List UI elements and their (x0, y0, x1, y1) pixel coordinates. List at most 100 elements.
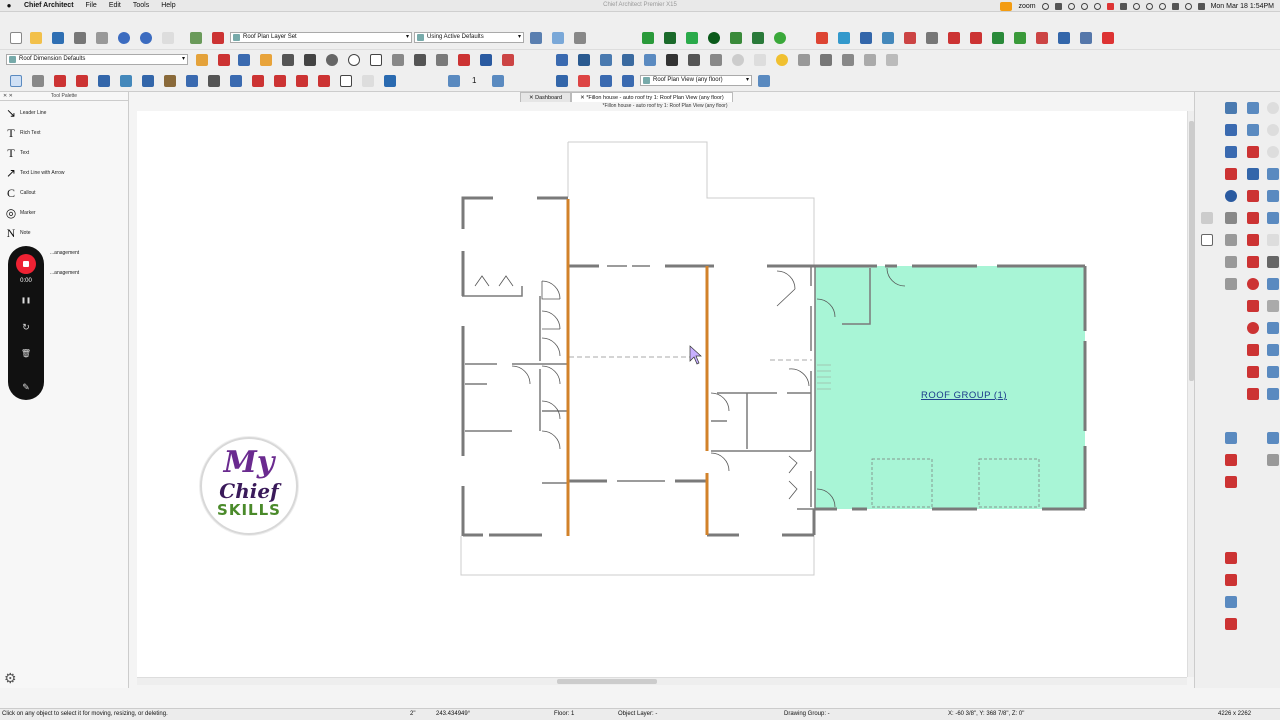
view-tool-icon[interactable] (756, 73, 772, 89)
palette-item-leader-line[interactable]: ↘ Leader Line (4, 104, 124, 122)
curve-2-icon[interactable] (1223, 254, 1239, 270)
grid-snap-icon[interactable] (1265, 452, 1280, 468)
zoom-out-icon[interactable] (1265, 144, 1280, 160)
dormer-icon[interactable] (316, 73, 332, 89)
cad-icon[interactable] (478, 52, 494, 68)
home-icon[interactable] (1100, 30, 1116, 46)
zoom-app-icon[interactable] (1000, 1, 1013, 11)
fill-icon[interactable] (412, 52, 428, 68)
tool-icon[interactable] (1199, 210, 1215, 226)
curve-icon[interactable] (1223, 232, 1239, 248)
dots-icon[interactable] (1265, 342, 1280, 358)
terrain-region-icon[interactable] (684, 30, 700, 46)
trash-icon[interactable]: 🗑 (20, 349, 32, 359)
roof-tool-icon[interactable] (858, 30, 874, 46)
status-icon[interactable] (1067, 2, 1075, 10)
clock[interactable]: Mon Mar 18 1:54PM (1211, 3, 1274, 10)
apple-icon[interactable]: ● (0, 1, 18, 10)
building-icon[interactable] (228, 73, 244, 89)
layout-icon[interactable] (550, 30, 566, 46)
clear-icon[interactable] (1245, 320, 1261, 336)
fence-icon[interactable] (728, 30, 744, 46)
roof-edit-icon[interactable] (1245, 386, 1261, 402)
layout-page-icon[interactable] (576, 73, 592, 89)
text-tool-icon[interactable] (236, 52, 252, 68)
status-icon[interactable] (1106, 2, 1114, 10)
cad-detail-icon[interactable] (500, 52, 516, 68)
terrain-wall-icon[interactable] (750, 30, 766, 46)
edit-icon[interactable] (946, 30, 962, 46)
footsteps-icon[interactable] (664, 52, 680, 68)
status-icon[interactable] (1119, 2, 1127, 10)
arc-red-icon[interactable] (1223, 550, 1239, 566)
roof-group-area[interactable] (815, 266, 1085, 509)
stop-record-button[interactable] (16, 254, 36, 274)
palette-item-callout[interactable]: C Callout (4, 184, 124, 202)
palette-item-note[interactable]: N Note (4, 224, 124, 242)
layer-icon[interactable] (990, 30, 1006, 46)
electrical-icon[interactable] (184, 73, 200, 89)
curve-red-icon[interactable] (1223, 572, 1239, 588)
drawing-canvas[interactable]: ROOF GROUP (1) (137, 111, 1187, 677)
grid-icon[interactable] (1245, 144, 1261, 160)
help-icon[interactable] (1223, 188, 1239, 204)
restart-icon[interactable]: ↻ (20, 322, 32, 332)
cad-block-icon[interactable] (456, 52, 472, 68)
eraser-icon[interactable] (1245, 298, 1261, 314)
symbol-icon[interactable] (258, 52, 274, 68)
plan-icon[interactable] (1245, 100, 1261, 116)
menu-file[interactable]: File (80, 2, 103, 9)
tree-icon[interactable] (772, 30, 788, 46)
list-icon[interactable] (1012, 30, 1028, 46)
gear-icon[interactable]: ⚙ (4, 670, 17, 687)
text-icon[interactable] (1078, 30, 1094, 46)
defaults-select[interactable]: Using Active Defaults ▾ (414, 32, 524, 43)
bring-front-icon[interactable] (1265, 320, 1280, 336)
draw-icon[interactable]: ✎ (20, 382, 32, 392)
scroll-thumb[interactable] (557, 679, 657, 684)
wifi-icon[interactable] (1171, 2, 1179, 10)
object-snap-icon[interactable] (1223, 474, 1239, 490)
picture-icon[interactable] (434, 52, 450, 68)
close-line-icon[interactable] (302, 52, 318, 68)
cross-section-icon[interactable] (686, 52, 702, 68)
tools-icon[interactable] (818, 52, 834, 68)
scale-icon[interactable] (862, 52, 878, 68)
room-icon[interactable] (52, 73, 68, 89)
status-icon[interactable] (1158, 2, 1166, 10)
terrain-feature-icon[interactable] (706, 30, 722, 46)
sun-icon[interactable] (774, 52, 790, 68)
saved-view-icon[interactable] (620, 73, 636, 89)
page-icon[interactable] (1265, 298, 1280, 314)
expand-icon[interactable] (1265, 188, 1280, 204)
cross-icon[interactable] (1034, 30, 1050, 46)
dimension-icon[interactable] (924, 30, 940, 46)
measure-icon[interactable] (884, 52, 900, 68)
marker-tool-icon[interactable] (1245, 342, 1261, 358)
skylight-icon[interactable] (360, 73, 376, 89)
roof-plane-icon[interactable] (294, 73, 310, 89)
redo-icon[interactable] (138, 30, 154, 46)
palette-item-marker[interactable]: ◎ Marker (4, 204, 124, 222)
status-icon[interactable] (1132, 2, 1140, 10)
spell-check-icon[interactable] (160, 30, 176, 46)
palette-item-rich-text[interactable]: T Rich Text (4, 124, 124, 142)
rect-tool-icon[interactable] (1245, 210, 1261, 226)
tool-icon[interactable] (572, 30, 588, 46)
camera-2-icon[interactable] (598, 52, 614, 68)
wall-tool-icon[interactable] (30, 73, 46, 89)
floor-up-icon[interactable] (490, 73, 506, 89)
fire-icon[interactable] (814, 30, 830, 46)
hand-icon[interactable] (1265, 232, 1280, 248)
circle-icon[interactable] (346, 52, 362, 68)
delete-icon[interactable] (1245, 232, 1261, 248)
menu-icon[interactable] (1265, 254, 1280, 270)
status-icon[interactable] (1145, 2, 1153, 10)
edit-icon[interactable] (1245, 122, 1261, 138)
status-icon[interactable] (1054, 2, 1062, 10)
zoom-icon[interactable] (1265, 100, 1280, 116)
camera-icon[interactable] (576, 52, 592, 68)
box-icon[interactable] (1199, 232, 1215, 248)
defaults-icon[interactable] (528, 30, 544, 46)
close-icon[interactable]: ✕ ✕ (3, 92, 13, 101)
